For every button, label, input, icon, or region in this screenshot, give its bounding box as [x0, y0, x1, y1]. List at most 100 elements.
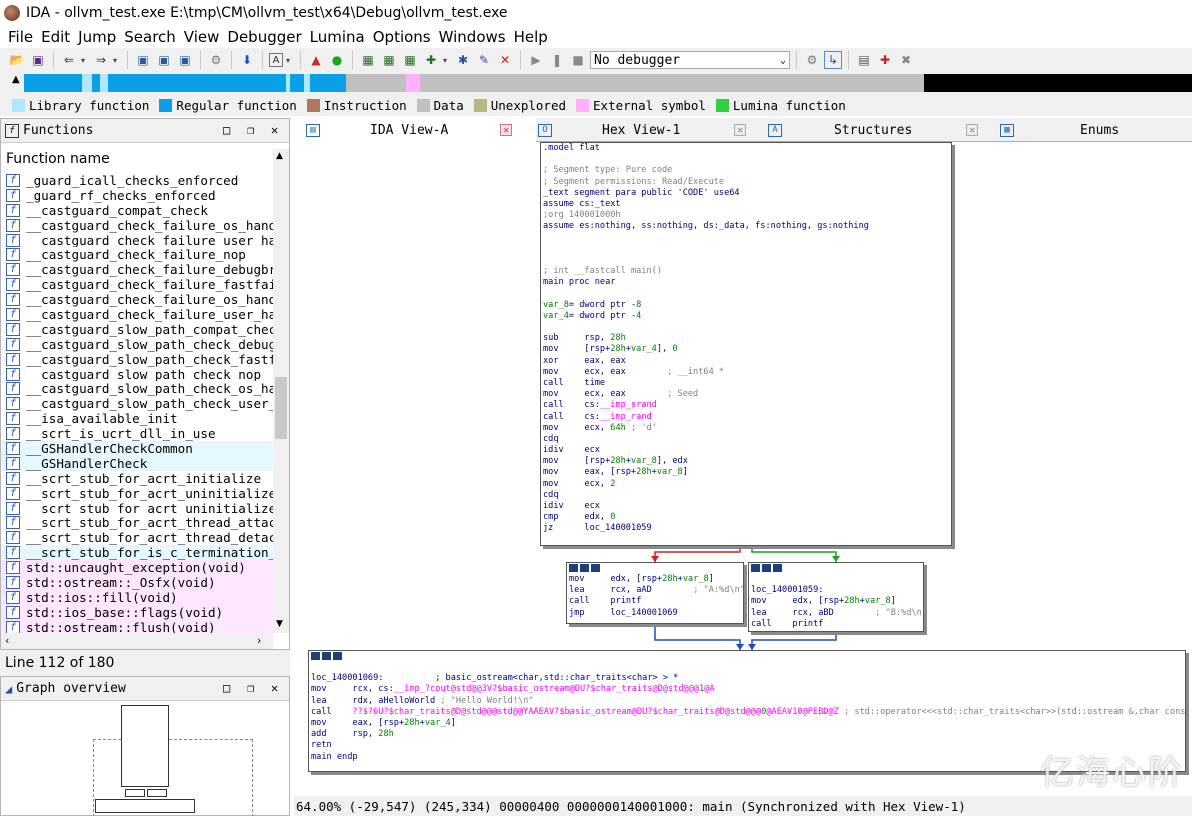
forward-dropdown-icon[interactable]: ▾	[113, 56, 121, 65]
function-list-item[interactable]: f __castguard_check_failure_nop	[1, 247, 273, 262]
code-line[interactable]: assume cs:_text	[541, 199, 951, 210]
add-struct-icon[interactable]: ▦	[359, 51, 377, 69]
code-line[interactable]: ; Segment permissions: Read/Execute	[541, 177, 951, 188]
code-line[interactable]: loc_140001059:	[749, 585, 923, 596]
menu-view[interactable]: View	[182, 28, 226, 46]
code-line[interactable]	[749, 574, 923, 585]
function-list-item[interactable]: f std::uncaught_exception(void)	[1, 560, 273, 576]
function-list-item[interactable]: f __castguard_check_failure_fastfail	[1, 277, 273, 292]
code-line[interactable]: add rsp, 28h	[309, 729, 1185, 740]
code-line[interactable]: mov eax, [rsp+28h+var_8]	[541, 467, 951, 478]
function-list-item[interactable]: f __castguard_check_failure_user_handled	[1, 233, 273, 247]
code-line[interactable]: ;org 140001000h	[541, 210, 951, 221]
code-line[interactable]	[541, 154, 951, 165]
open-folder-icon[interactable]: 📂	[8, 51, 26, 69]
menu-jump[interactable]: Jump	[76, 28, 122, 46]
menu-file[interactable]: File	[6, 28, 39, 46]
code-line[interactable]: mov ecx, 64h ; 'd'	[541, 423, 951, 434]
star-icon[interactable]: ✱	[454, 51, 472, 69]
code-line[interactable]	[541, 288, 951, 299]
function-list-item[interactable]: f std::ostream::_Osfx(void)	[1, 575, 273, 590]
pause-icon[interactable]: ❚	[548, 51, 566, 69]
binoculars-icon[interactable]: ▣	[134, 51, 152, 69]
code-line[interactable]: sub rsp, 28h	[541, 333, 951, 344]
tab-hex-view-1[interactable]: O Hex View-1 ✕	[536, 118, 756, 142]
code-line[interactable]: _text segment para public 'CODE' use64	[541, 188, 951, 199]
code-line[interactable]	[541, 255, 951, 266]
delete-icon[interactable]: ✕	[496, 51, 514, 69]
code-line[interactable]: loc_140001069: ; basic_ostream<char,std:…	[309, 673, 1185, 684]
code-line[interactable]: var_8= dword ptr -8	[541, 300, 951, 311]
code-line[interactable]: call cs:__imp_srand	[541, 400, 951, 411]
code-line[interactable]	[541, 244, 951, 255]
code-line[interactable]: lea rcx, aAD ; "A:%d\n"	[567, 585, 743, 596]
function-list-vscrollbar[interactable]: ▲ ▼	[273, 149, 289, 633]
back-dropdown-icon[interactable]: ▾	[81, 56, 89, 65]
function-list-item[interactable]: f __castguard_slow_path_check_debugbreak	[1, 337, 273, 352]
tab-ida-view-a[interactable]: ▤ IDA View-A ✕	[294, 118, 536, 142]
restore-icon[interactable]: ❐	[247, 681, 254, 695]
function-list-item[interactable]: f __castguard_check_failure_os_handled	[1, 292, 273, 307]
close-icon[interactable]: ✕	[271, 681, 278, 695]
attach-icon[interactable]: ↳	[824, 51, 842, 69]
code-line[interactable]: cdq	[541, 434, 951, 445]
jump-down-icon[interactable]: ⬇	[238, 51, 256, 69]
code-line[interactable]: jmp loc_140001069	[567, 608, 743, 619]
code-line[interactable]: mov edx, [rsp+28h+var_8]	[749, 596, 923, 607]
tab-structures[interactable]: A Structures ✕	[766, 118, 982, 142]
menu-options[interactable]: Options	[371, 28, 437, 46]
code-line[interactable]: call time	[541, 378, 951, 389]
function-list-item[interactable]: f __castguard_slow_path_check_fastfail	[1, 352, 273, 367]
search-binary-icon[interactable]: ⚙	[207, 51, 225, 69]
menu-edit[interactable]: Edit	[39, 28, 76, 46]
code-line[interactable]: mov rcx, cs:__imp_?cout@std@@3V?$basic_o…	[309, 684, 1185, 695]
function-list-hscrollbar[interactable]: ‹ ›	[1, 633, 273, 649]
binoculars-next-icon[interactable]: ▣	[176, 51, 194, 69]
code-line[interactable]: mov eax, [rsp+28h+var_4]	[309, 718, 1185, 729]
code-line[interactable]: mov [rsp+28h+var_8], edx	[541, 456, 951, 467]
code-line[interactable]: call printf	[749, 619, 923, 630]
code-line[interactable]: ; int __fastcall main()	[541, 266, 951, 277]
add-segment-icon[interactable]: ▦	[401, 51, 419, 69]
add-function-icon[interactable]: ✚	[422, 51, 440, 69]
text-view-dropdown-icon[interactable]: ▾	[286, 56, 294, 65]
code-line[interactable]: mov ecx, eax ; Seed	[541, 389, 951, 400]
breakpoints-list-icon[interactable]: ▤	[855, 51, 873, 69]
function-list-item[interactable]: f __scrt_stub_for_acrt_thread_attach	[1, 515, 273, 530]
code-line[interactable]: call cs:__imp_rand	[541, 412, 951, 423]
code-line[interactable]: call printf	[567, 596, 743, 607]
code-line[interactable]: assume es:nothing, ss:nothing, ds:_data,…	[541, 221, 951, 232]
scroll-down-icon[interactable]: ▼	[276, 619, 283, 629]
binoculars-text-icon[interactable]: ▣	[155, 51, 173, 69]
function-list-item[interactable]: f __castguard_check_failure_debugbreak	[1, 262, 273, 277]
code-line[interactable]: idiv ecx	[541, 445, 951, 456]
maximize-icon[interactable]: □	[223, 681, 230, 695]
code-line[interactable]: xor eax, eax	[541, 356, 951, 367]
code-line[interactable]	[541, 233, 951, 244]
close-tab-icon[interactable]: ✕	[734, 124, 747, 136]
code-line[interactable]	[309, 662, 1185, 673]
code-line[interactable]: mov [rsp+28h+var_4], 0	[541, 344, 951, 355]
function-list-item[interactable]: f std::ios::fill(void)	[1, 589, 273, 605]
menu-lumina[interactable]: Lumina	[308, 28, 371, 46]
maximize-icon[interactable]: □	[223, 123, 230, 137]
function-list-item[interactable]: f __castguard_slow_path_compat_check	[1, 322, 273, 337]
function-list-item[interactable]: f __isa_available_init	[1, 411, 273, 426]
branch-a-block[interactable]: mov edx, [rsp+28h+var_8] lea rcx, aAD ; "…	[566, 562, 744, 624]
code-line[interactable]: lea rcx, aBD ; "B:%d\n"	[749, 608, 923, 619]
ida-graph-view[interactable]: .model flat ; Segment type: Pure code; Se…	[294, 142, 1192, 796]
function-list-item[interactable]: f __scrt_stub_for_acrt_uninitialize	[1, 486, 273, 501]
forward-arrow-icon[interactable]: ⇒	[92, 51, 110, 69]
tab-enums[interactable]: ▦ Enums	[1000, 118, 1192, 142]
code-line[interactable]: idiv ecx	[541, 501, 951, 512]
function-name-column-header[interactable]: Function name	[1, 143, 289, 167]
function-list-item[interactable]: f std::ios_base::flags(void)	[1, 604, 273, 620]
code-line[interactable]: mov ecx, eax ; __int64 *	[541, 367, 951, 378]
save-icon[interactable]: ▣	[29, 51, 47, 69]
scroll-right-icon[interactable]: ›	[257, 634, 261, 647]
function-list-item[interactable]: f __GSHandlerCheckCommon	[1, 441, 273, 456]
close-tab-icon[interactable]: ✕	[500, 124, 513, 136]
branch-b-block[interactable]: loc_140001059: mov edx, [rsp+28h+var_8] le…	[748, 562, 924, 632]
text-view-icon[interactable]: A	[269, 53, 283, 67]
code-line[interactable]: var_4= dword ptr -4	[541, 311, 951, 322]
